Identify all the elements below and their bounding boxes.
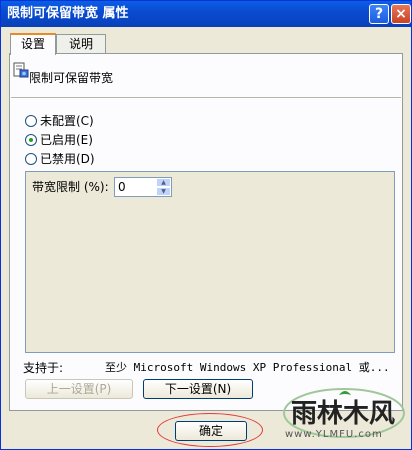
next-setting-button[interactable]: 下一设置(N): [143, 379, 253, 399]
ok-button[interactable]: 确定: [175, 421, 247, 441]
help-icon: ?: [374, 6, 384, 22]
spin-down-icon[interactable]: ▼: [156, 187, 171, 196]
options-box: 带宽限制 (%): 0 ▲ ▼: [25, 171, 395, 353]
spinner-buttons: ▲ ▼: [156, 178, 171, 196]
watermark-logo: 雨林木风 www.YLMFU.com: [279, 385, 409, 449]
close-button[interactable]: ×: [391, 4, 411, 24]
tab-explain[interactable]: 说明: [56, 34, 106, 54]
bandwidth-value[interactable]: 0: [118, 180, 126, 194]
radio-circle[interactable]: [25, 115, 37, 127]
radio-circle[interactable]: [25, 153, 37, 165]
radio-label: 已禁用(D): [40, 152, 95, 166]
supported-on-text: 至少 Microsoft Windows XP Professional 或..…: [105, 361, 390, 374]
watermark-text: 雨林木风: [291, 399, 396, 429]
radio-selected-dot: [29, 138, 33, 142]
bandwidth-limit-label: 带宽限制 (%):: [32, 180, 109, 194]
supported-on-label: 支持于:: [23, 361, 64, 375]
watermark-url: www.YLMFU.com: [285, 429, 383, 440]
help-button[interactable]: ?: [369, 4, 389, 24]
policy-name: 限制可保留带宽: [29, 71, 114, 85]
close-icon: ×: [395, 6, 407, 22]
separator: [11, 97, 401, 99]
properties-dialog: 限制可保留带宽 属性 ? × 设置 说明 限制可保留带宽 未配置(C) 已启用(…: [0, 0, 412, 450]
policy-setting-icon: [13, 62, 29, 78]
title-bar[interactable]: 限制可保留带宽 属性 ? ×: [1, 1, 411, 27]
tab-settings[interactable]: 设置: [10, 33, 56, 55]
spin-up-icon[interactable]: ▲: [156, 178, 171, 187]
radio-circle[interactable]: [25, 134, 37, 146]
window-title: 限制可保留带宽 属性: [7, 6, 129, 21]
previous-setting-button[interactable]: 上一设置(P): [25, 379, 133, 399]
radio-label: 未配置(C): [40, 114, 94, 128]
bandwidth-spinner[interactable]: 0 ▲ ▼: [114, 177, 172, 197]
radio-label: 已启用(E): [40, 133, 93, 147]
